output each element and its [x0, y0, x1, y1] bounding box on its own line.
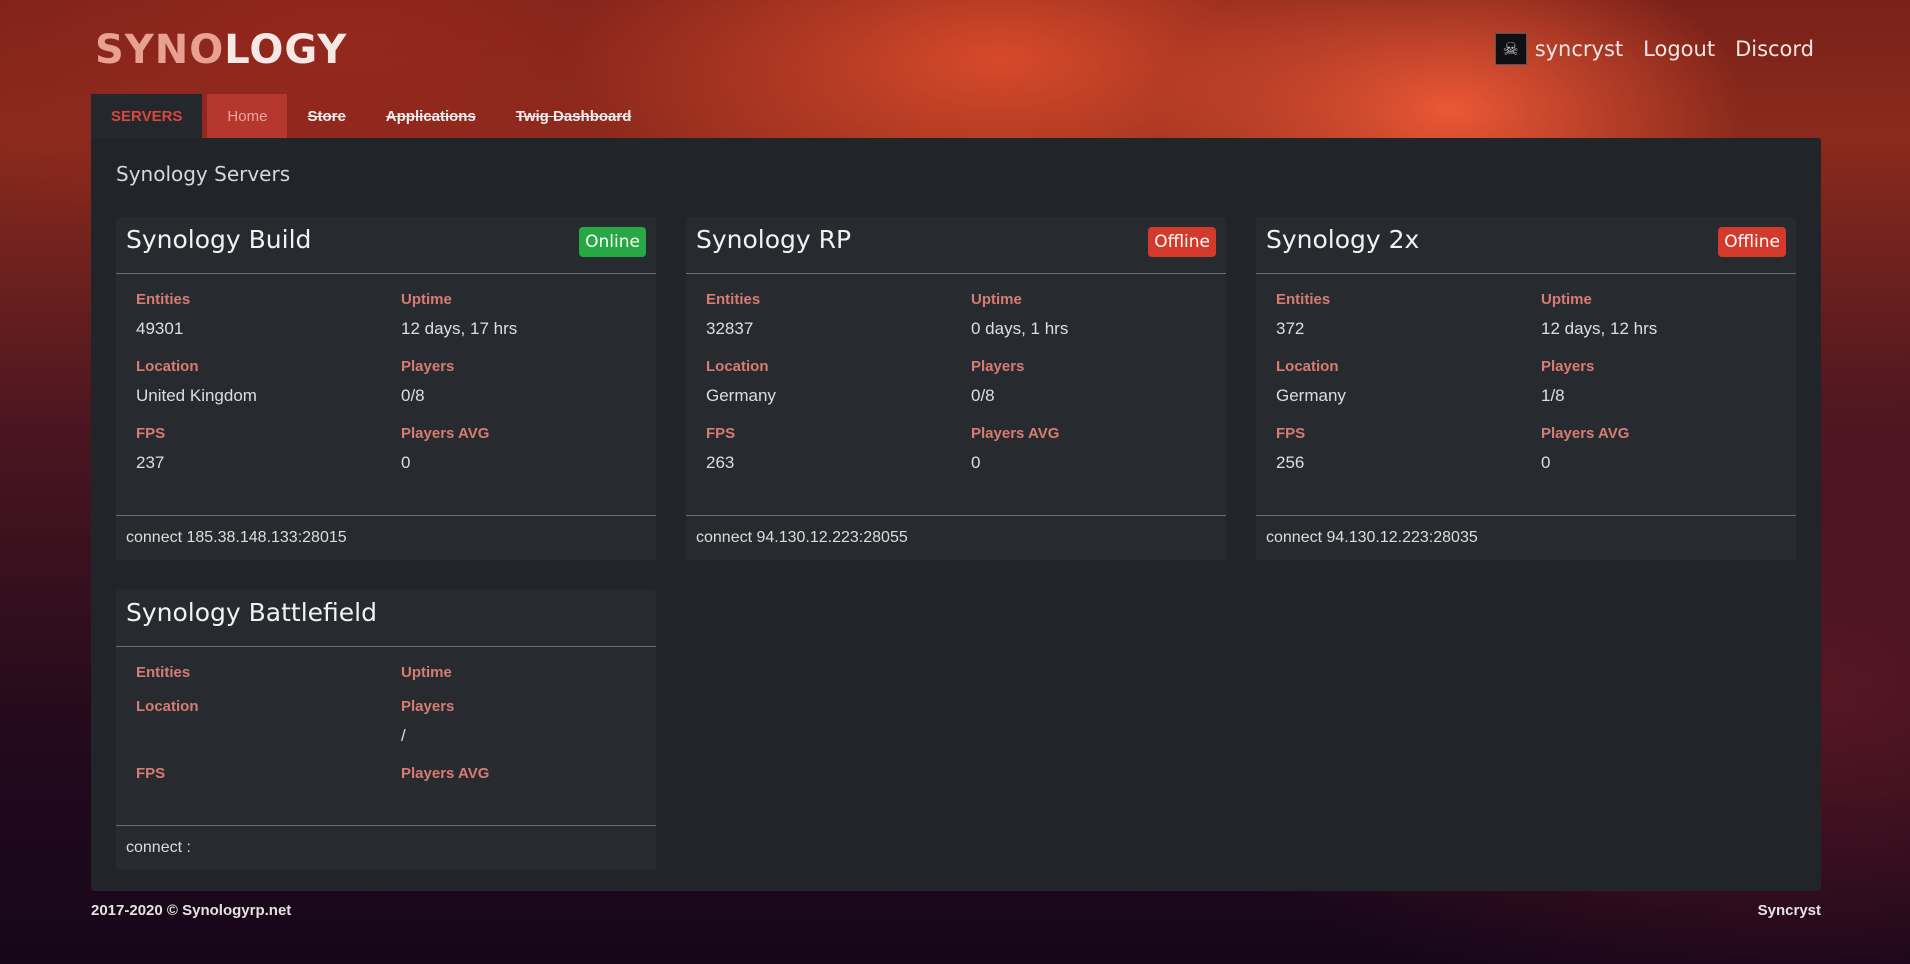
players-avg-value: 0 [1541, 453, 1551, 472]
status-badge: Online [579, 227, 646, 257]
tab-home[interactable]: Home [207, 94, 288, 138]
uptime-value: 0 days, 1 hrs [971, 319, 1069, 338]
server-card-build: Synology Build Online Entities 49301 Upti… [116, 217, 656, 560]
players-value: 0/8 [971, 386, 995, 405]
server-name: Synology Battlefield [126, 598, 378, 627]
brand-logo-part2: LOGY [224, 27, 348, 73]
fps-label: FPS [1276, 425, 1306, 442]
entities-value: 372 [1276, 319, 1305, 338]
main-tabs: SERVERS Home Store Applications Twig Das… [91, 94, 651, 138]
connect-string[interactable]: connect : [116, 825, 656, 870]
fps-value: 237 [136, 453, 165, 472]
brand-logo-part1: SYNO [95, 27, 225, 73]
connect-string[interactable]: connect 94.130.12.223:28035 [1256, 515, 1796, 560]
players-avg-label: Players AVG [971, 425, 1060, 442]
entities-label: Entities [1276, 291, 1331, 308]
entities-label: Entities [136, 291, 191, 308]
players-label: Players [401, 358, 455, 375]
players-value: 1/8 [1541, 386, 1565, 405]
server-card-2x: Synology 2x Offline Entities 372 Uptime 12… [1256, 217, 1796, 560]
tab-applications[interactable]: Applications [366, 94, 496, 138]
footer-author: Syncryst [1757, 902, 1821, 919]
players-label: Players [1541, 358, 1595, 375]
fps-label: FPS [706, 425, 736, 442]
tab-twig-dashboard[interactable]: Twig Dashboard [496, 94, 652, 138]
players-label: Players [971, 358, 1025, 375]
entities-value: 32837 [706, 319, 754, 338]
uptime-label: Uptime [1541, 291, 1592, 308]
server-card-header: Synology 2x Offline [1256, 217, 1796, 274]
server-card-header: Synology Battlefield [116, 590, 656, 647]
server-card-header: Synology Build Online [116, 217, 656, 274]
players-value: / [401, 726, 406, 745]
entities-label: Entities [136, 664, 191, 681]
tab-store[interactable]: Store [287, 94, 365, 138]
username-link[interactable]: syncryst [1535, 37, 1623, 61]
logout-link[interactable]: Logout [1643, 37, 1715, 61]
players-label: Players [401, 698, 455, 715]
location-value: Germany [1276, 386, 1346, 405]
entities-value: 49301 [136, 319, 184, 338]
players-avg-label: Players AVG [1541, 425, 1630, 442]
tab-servers[interactable]: SERVERS [91, 94, 203, 138]
entities-label: Entities [706, 291, 761, 308]
connect-string[interactable]: connect 185.38.148.133:28015 [116, 515, 656, 560]
server-card-battlefield: Synology Battlefield Entities Uptime Loc… [116, 590, 656, 870]
location-value: Germany [706, 386, 776, 405]
fps-value: 256 [1276, 453, 1305, 472]
status-badge: Offline [1148, 227, 1216, 257]
players-value: 0/8 [401, 386, 425, 405]
players-avg-label: Players AVG [401, 425, 490, 442]
server-name: Synology 2x [1266, 225, 1420, 254]
connect-string[interactable]: connect 94.130.12.223:28055 [686, 515, 1226, 560]
location-label: Location [136, 698, 199, 715]
status-badge: Offline [1718, 227, 1786, 257]
uptime-label: Uptime [971, 291, 1022, 308]
location-value: United Kingdom [136, 386, 257, 405]
servers-panel: Synology Servers Synology Build Online E… [91, 138, 1821, 891]
discord-link[interactable]: Discord [1735, 37, 1814, 61]
uptime-label: Uptime [401, 664, 452, 681]
server-name: Synology Build [126, 225, 312, 254]
uptime-value: 12 days, 12 hrs [1541, 319, 1658, 338]
uptime-label: Uptime [401, 291, 452, 308]
server-name: Synology RP [696, 225, 852, 254]
location-label: Location [1276, 358, 1339, 375]
brand-logo[interactable]: SYNOLOGY [95, 24, 347, 76]
players-avg-label: Players AVG [401, 765, 490, 782]
location-label: Location [136, 358, 199, 375]
skull-avatar-icon[interactable]: ☠ [1494, 33, 1527, 65]
top-nav: ☠ syncryst Logout Discord [1494, 32, 1814, 66]
fps-label: FPS [136, 425, 166, 442]
players-avg-value: 0 [971, 453, 981, 472]
fps-label: FPS [136, 765, 166, 782]
fps-value: 263 [706, 453, 735, 472]
location-label: Location [706, 358, 769, 375]
server-card-rp: Synology RP Offline Entities 32837 Uptime… [686, 217, 1226, 560]
uptime-value: 12 days, 17 hrs [401, 319, 518, 338]
server-card-header: Synology RP Offline [686, 217, 1226, 274]
page-title: Synology Servers [116, 162, 291, 186]
players-avg-value: 0 [401, 453, 411, 472]
footer-copyright: 2017-2020 © Synologyrp.net [91, 902, 292, 919]
